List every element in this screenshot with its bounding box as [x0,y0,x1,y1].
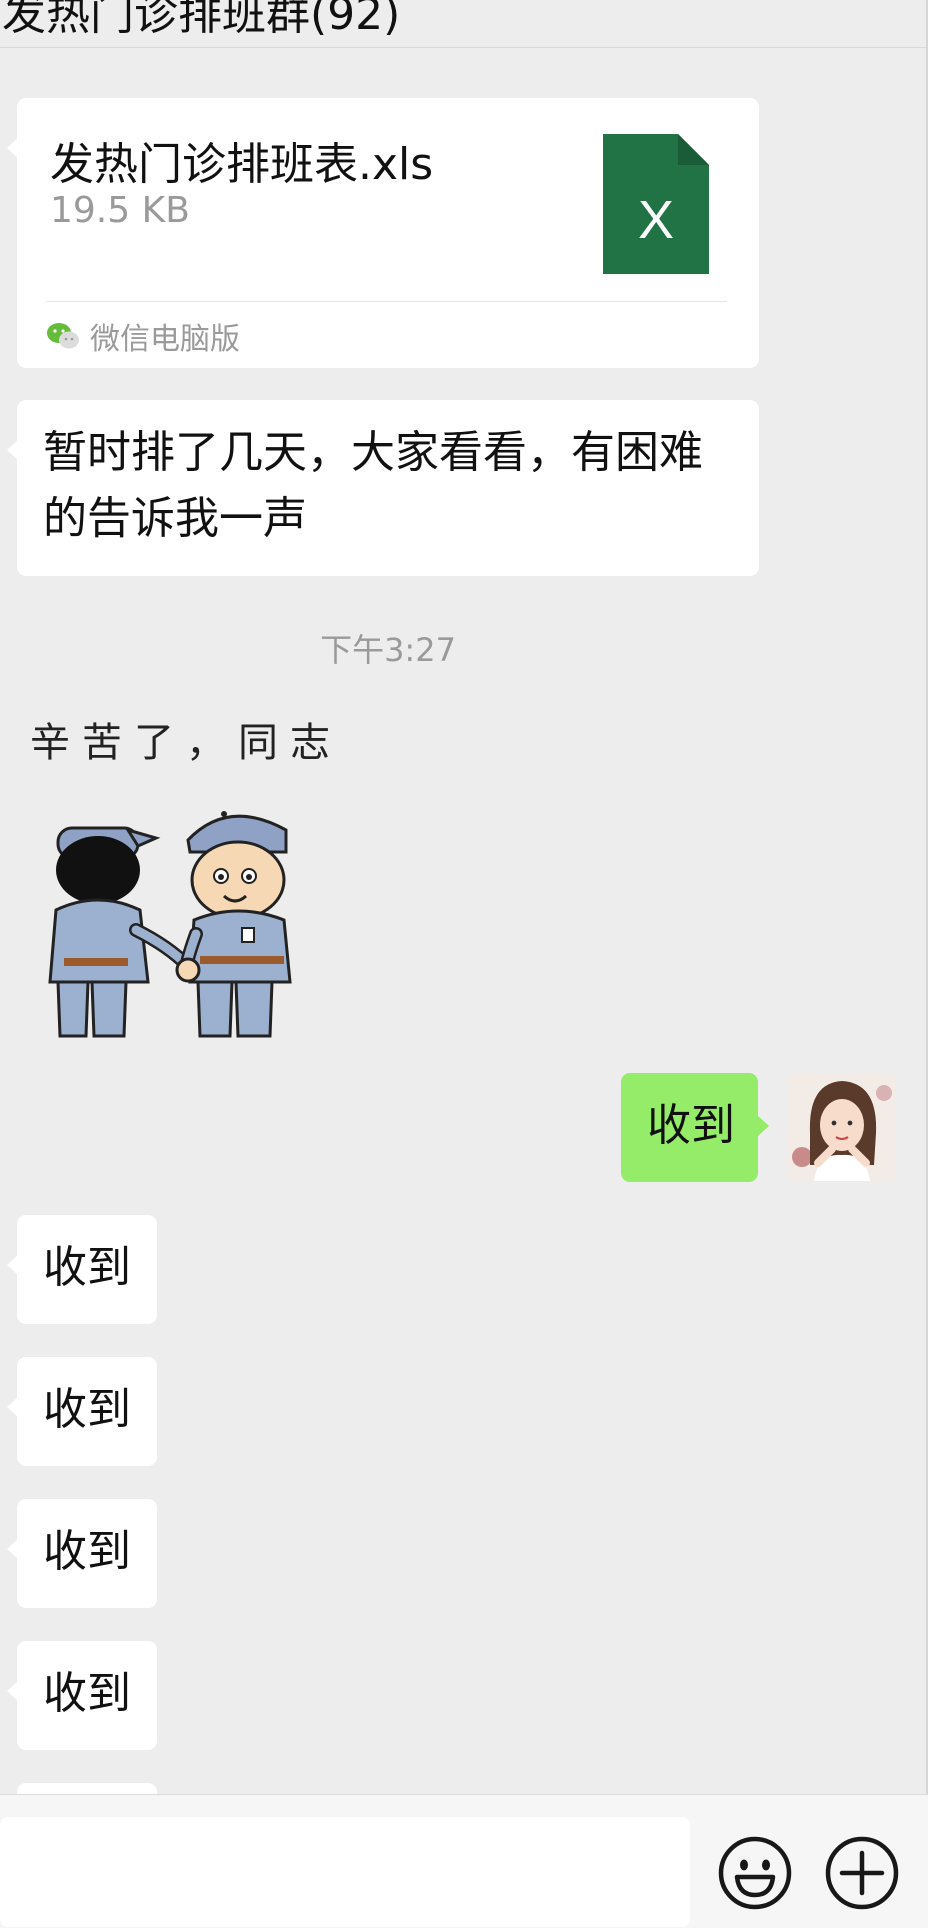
wechat-logo-icon [47,323,79,349]
card-source: 微信电脑版 [46,316,240,357]
message-text: 收到 [43,1242,131,1293]
text-message[interactable]: 暂时排了几天，大家看看，有困难的告诉我一声 [7,400,759,576]
excel-icon-letter: X [638,190,674,250]
message-text: 收到 [43,1526,131,1577]
received-message[interactable]: 收到 [7,1641,157,1750]
smiley-face-icon[interactable] [717,1835,793,1911]
file-name: 发热门诊排班表.xls [50,139,434,190]
received-message[interactable]: 收到 [7,1499,157,1608]
received-message[interactable]: 收到 [7,1357,157,1466]
message-text: 收到 [43,1384,131,1435]
message-text: 收到 [43,1668,131,1719]
card-source-label: 微信电脑版 [90,322,240,357]
chat-title: 发热门诊排班群(92) [2,0,401,40]
message-timestamp: 下午3:27 [320,631,456,669]
file-size: 19.5 KB [50,190,190,231]
chat-header: 发热门诊排班群(92) [0,0,928,48]
input-bar [0,1794,928,1928]
user-avatar-photo [788,1073,896,1181]
avatar[interactable] [788,1073,896,1181]
message-text: 暂时排了几天，大家看看，有困难的告诉我一声 [43,427,703,544]
message-input[interactable] [0,1817,690,1927]
soldiers-handshake-sticker: 辛苦了，同志 [30,720,338,1038]
received-message[interactable]: 收到 [7,1215,157,1324]
card-divider [46,301,727,302]
file-message-card[interactable]: 发热门诊排班表.xls 19.5 KB X 微信电脑版 [7,98,759,368]
plus-circle-icon[interactable] [824,1835,900,1911]
self-message[interactable]: 收到 [621,1073,769,1182]
sticker-caption: 辛苦了，同志 [30,720,338,766]
excel-file-icon: X [603,134,709,274]
message-text: 收到 [647,1100,735,1151]
sticker-message[interactable]: 辛苦了，同志 [28,720,338,1040]
